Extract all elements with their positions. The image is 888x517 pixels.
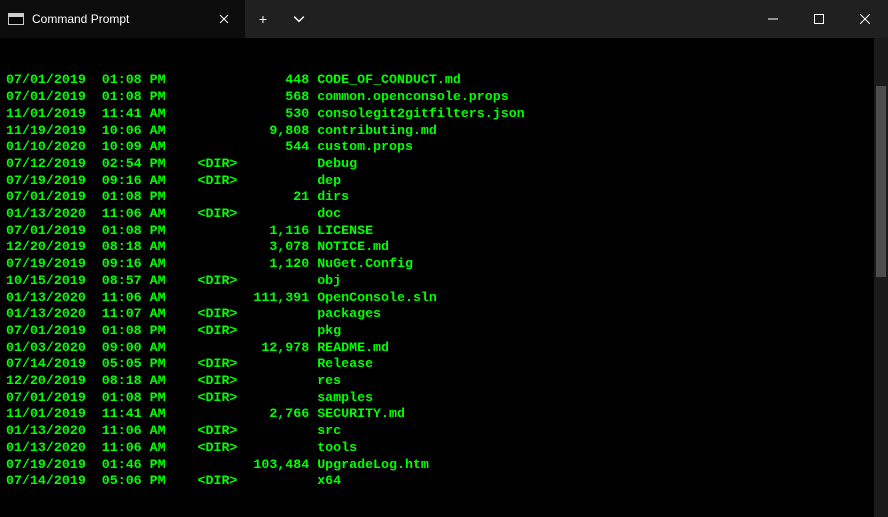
list-item: 12/20/2019 08:18 AM <DIR> res bbox=[6, 373, 882, 390]
maximize-button[interactable] bbox=[796, 0, 842, 38]
list-item: 07/01/2019 01:08 PM 1,116 LICENSE bbox=[6, 223, 882, 240]
list-item: 07/01/2019 01:08 PM 568 common.openconso… bbox=[6, 89, 882, 106]
list-item: 07/14/2019 05:06 PM <DIR> x64 bbox=[6, 473, 882, 490]
list-item: 10/15/2019 08:57 AM <DIR> obj bbox=[6, 273, 882, 290]
tab-command-prompt[interactable]: Command Prompt bbox=[0, 0, 245, 38]
close-window-button[interactable] bbox=[842, 0, 888, 38]
list-item: 01/13/2020 11:06 AM 111,391 OpenConsole.… bbox=[6, 290, 882, 307]
list-item: 07/14/2019 05:05 PM <DIR> Release bbox=[6, 356, 882, 373]
minimize-button[interactable] bbox=[750, 0, 796, 38]
list-item: 01/03/2020 09:00 AM 12,978 README.md bbox=[6, 340, 882, 357]
list-item: 01/13/2020 11:06 AM <DIR> src bbox=[6, 423, 882, 440]
terminal-window: Command Prompt + bbox=[0, 0, 888, 517]
list-item: 01/13/2020 11:07 AM <DIR> packages bbox=[6, 306, 882, 323]
list-item: 11/01/2019 11:41 AM 530 consolegit2gitfi… bbox=[6, 106, 882, 123]
list-item: 07/19/2019 09:16 AM 1,120 NuGet.Config bbox=[6, 256, 882, 273]
list-item: 01/13/2020 11:06 AM <DIR> doc bbox=[6, 206, 882, 223]
list-item: 01/13/2020 11:06 AM <DIR> tools bbox=[6, 440, 882, 457]
list-item: 07/12/2019 02:54 PM <DIR> Debug bbox=[6, 156, 882, 173]
cmd-icon bbox=[8, 13, 24, 25]
list-item: 07/01/2019 01:08 PM 21 dirs bbox=[6, 189, 882, 206]
list-item: 07/01/2019 01:08 PM <DIR> pkg bbox=[6, 323, 882, 340]
scrollbar[interactable] bbox=[874, 38, 888, 517]
titlebar: Command Prompt + bbox=[0, 0, 888, 38]
list-item: 07/19/2019 01:46 PM 103,484 UpgradeLog.h… bbox=[6, 457, 882, 474]
tab-dropdown-button[interactable] bbox=[281, 0, 317, 38]
tab-title: Command Prompt bbox=[32, 12, 205, 26]
list-item: 11/19/2019 10:06 AM 9,808 contributing.m… bbox=[6, 123, 882, 140]
dir-listing: 07/01/2019 01:08 PM 448 CODE_OF_CONDUCT.… bbox=[6, 72, 882, 490]
list-item: 01/10/2020 10:09 AM 544 custom.props bbox=[6, 139, 882, 156]
list-item: 07/01/2019 01:08 PM <DIR> samples bbox=[6, 390, 882, 407]
list-item: 07/19/2019 09:16 AM <DIR> dep bbox=[6, 173, 882, 190]
scrollbar-thumb[interactable] bbox=[876, 86, 886, 278]
tabbar: + bbox=[245, 0, 888, 38]
window-controls bbox=[750, 0, 888, 38]
close-tab-button[interactable] bbox=[213, 8, 235, 30]
new-tab-button[interactable]: + bbox=[245, 0, 281, 38]
terminal-output[interactable]: 07/01/2019 01:08 PM 448 CODE_OF_CONDUCT.… bbox=[0, 38, 888, 517]
list-item: 07/01/2019 01:08 PM 448 CODE_OF_CONDUCT.… bbox=[6, 72, 882, 89]
list-item: 11/01/2019 11:41 AM 2,766 SECURITY.md bbox=[6, 406, 882, 423]
list-item: 12/20/2019 08:18 AM 3,078 NOTICE.md bbox=[6, 239, 882, 256]
